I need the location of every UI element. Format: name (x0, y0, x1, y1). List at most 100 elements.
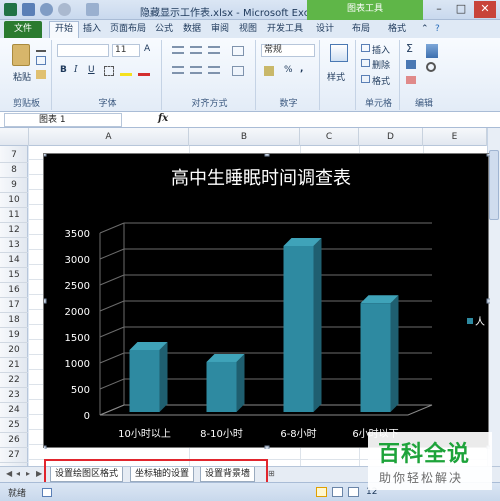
column-header-c[interactable]: C (300, 128, 359, 146)
tab-design[interactable]: 设计 (316, 22, 334, 38)
sort-filter-icon[interactable] (426, 44, 438, 58)
italic-button[interactable]: I (74, 65, 78, 75)
border-icon[interactable] (104, 66, 114, 76)
find-select-icon[interactable] (426, 62, 436, 72)
font-name-combo[interactable] (57, 44, 109, 57)
cells-group: 插入 删除 格式 单元格 (358, 40, 400, 110)
normal-view-icon[interactable] (316, 487, 327, 497)
next-sheet-icon[interactable]: ▸ (26, 469, 30, 478)
tab-review[interactable]: 审阅 (211, 22, 229, 38)
row-header[interactable]: 24 (0, 403, 28, 418)
clear-icon[interactable] (406, 76, 416, 84)
align-bottom-icon[interactable] (208, 46, 220, 54)
row-header[interactable]: 23 (0, 388, 28, 403)
delete-cells-button[interactable]: 删除 (372, 58, 390, 71)
row-header[interactable]: 21 (0, 358, 28, 373)
row-header[interactable]: 9 (0, 178, 28, 193)
row-header[interactable]: 14 (0, 253, 28, 268)
undo-icon[interactable] (40, 3, 53, 16)
insert-function-button[interactable]: fx (158, 113, 168, 124)
tab-developer[interactable]: 开发工具 (267, 22, 303, 38)
row-header[interactable]: 19 (0, 328, 28, 343)
align-top-icon[interactable] (172, 46, 184, 54)
tab-home[interactable]: 开始 (49, 21, 80, 38)
format-cells-button[interactable]: 格式 (372, 74, 390, 87)
fill-color-icon[interactable] (120, 66, 132, 76)
cut-icon[interactable] (36, 44, 46, 52)
last-sheet-icon[interactable]: ▶ (36, 469, 42, 478)
redo-icon[interactable] (58, 3, 71, 16)
first-sheet-icon[interactable]: ◀ (6, 469, 12, 478)
row-header[interactable]: 20 (0, 343, 28, 358)
vertical-scroll-thumb[interactable] (489, 150, 499, 220)
align-center-icon[interactable] (190, 66, 202, 74)
minimize-button[interactable]: – (428, 1, 450, 18)
autosum-button[interactable]: Σ (406, 42, 413, 55)
minimize-ribbon-icon[interactable]: ⌃ (421, 22, 429, 38)
underline-button[interactable]: U (88, 65, 95, 75)
row-header[interactable]: 25 (0, 418, 28, 433)
merge-cells-icon[interactable] (232, 66, 244, 76)
name-box[interactable]: 图表 1 (4, 113, 122, 127)
row-header[interactable]: 10 (0, 193, 28, 208)
row-header[interactable]: 26 (0, 433, 28, 448)
tab-file[interactable]: 文件 (4, 21, 42, 38)
bold-button[interactable]: B (60, 65, 67, 75)
format-painter-icon[interactable] (36, 70, 46, 79)
row-header[interactable]: 12 (0, 223, 28, 238)
tab-chart-layout[interactable]: 布局 (352, 22, 370, 38)
row-header[interactable]: 11 (0, 208, 28, 223)
chart-title: 高中生睡眠时间调查表 (171, 168, 351, 189)
font-size-combo[interactable]: 11 (112, 44, 140, 57)
fill-icon[interactable] (406, 60, 416, 69)
number-format-combo[interactable]: 常规 (261, 44, 315, 57)
select-all-corner[interactable] (0, 128, 29, 146)
percent-button[interactable]: % (284, 65, 293, 75)
tab-view[interactable]: 视图 (239, 22, 257, 38)
tab-insert[interactable]: 插入 (83, 22, 101, 38)
wrap-text-icon[interactable] (232, 46, 244, 56)
insert-cells-button[interactable]: 插入 (372, 43, 390, 56)
row-header[interactable]: 18 (0, 313, 28, 328)
row-header[interactable]: 13 (0, 238, 28, 253)
new-sheet-icon[interactable]: ⊞ (268, 469, 275, 478)
macro-record-icon[interactable] (42, 488, 52, 497)
grow-font-icon[interactable]: A (144, 44, 150, 54)
row-header[interactable]: 22 (0, 373, 28, 388)
align-middle-icon[interactable] (190, 46, 202, 54)
restore-button[interactable]: □ (450, 1, 472, 18)
row-header[interactable]: 7 (0, 148, 28, 163)
row-header[interactable]: 16 (0, 283, 28, 298)
page-break-view-icon[interactable] (348, 487, 359, 497)
chart-object[interactable]: 0 500 1000 1500 2000 2500 3000 3500 10小时以上 8-10小时… (43, 153, 490, 449)
column-header-e[interactable]: E (423, 128, 487, 146)
font-color-icon[interactable] (138, 66, 150, 76)
paste-icon[interactable] (12, 44, 30, 66)
align-left-icon[interactable] (172, 66, 184, 74)
row-header[interactable]: 27 (0, 448, 28, 463)
help-icon[interactable]: ? (435, 22, 440, 38)
ribbon: 粘贴 剪贴板 11 A B I U 字体 对齐方式 常规 % , 数字 样式 插… (0, 38, 500, 112)
tab-page-layout[interactable]: 页面布局 (110, 22, 146, 38)
row-header[interactable]: 8 (0, 163, 28, 178)
align-right-icon[interactable] (208, 66, 220, 74)
quick-access-menu-icon[interactable] (86, 3, 99, 16)
row-header[interactable]: 15 (0, 268, 28, 283)
paste-button[interactable]: 粘贴 (13, 70, 31, 83)
copy-icon[interactable] (36, 56, 46, 65)
tab-data[interactable]: 数据 (183, 22, 201, 38)
tab-format[interactable]: 格式 (388, 22, 406, 38)
tab-formula[interactable]: 公式 (155, 22, 173, 38)
page-layout-view-icon[interactable] (332, 487, 343, 497)
styles-icon[interactable] (330, 44, 348, 62)
column-header-b[interactable]: B (189, 128, 300, 146)
prev-sheet-icon[interactable]: ◂ (16, 469, 20, 478)
column-header-a[interactable]: A (29, 128, 189, 146)
styles-button[interactable]: 样式 (327, 70, 345, 83)
currency-icon[interactable] (264, 66, 274, 76)
comma-button[interactable]: , (300, 64, 303, 74)
close-button[interactable]: ✕ (474, 1, 496, 18)
row-header[interactable]: 17 (0, 298, 28, 313)
save-icon[interactable] (22, 3, 35, 16)
column-header-d[interactable]: D (359, 128, 423, 146)
